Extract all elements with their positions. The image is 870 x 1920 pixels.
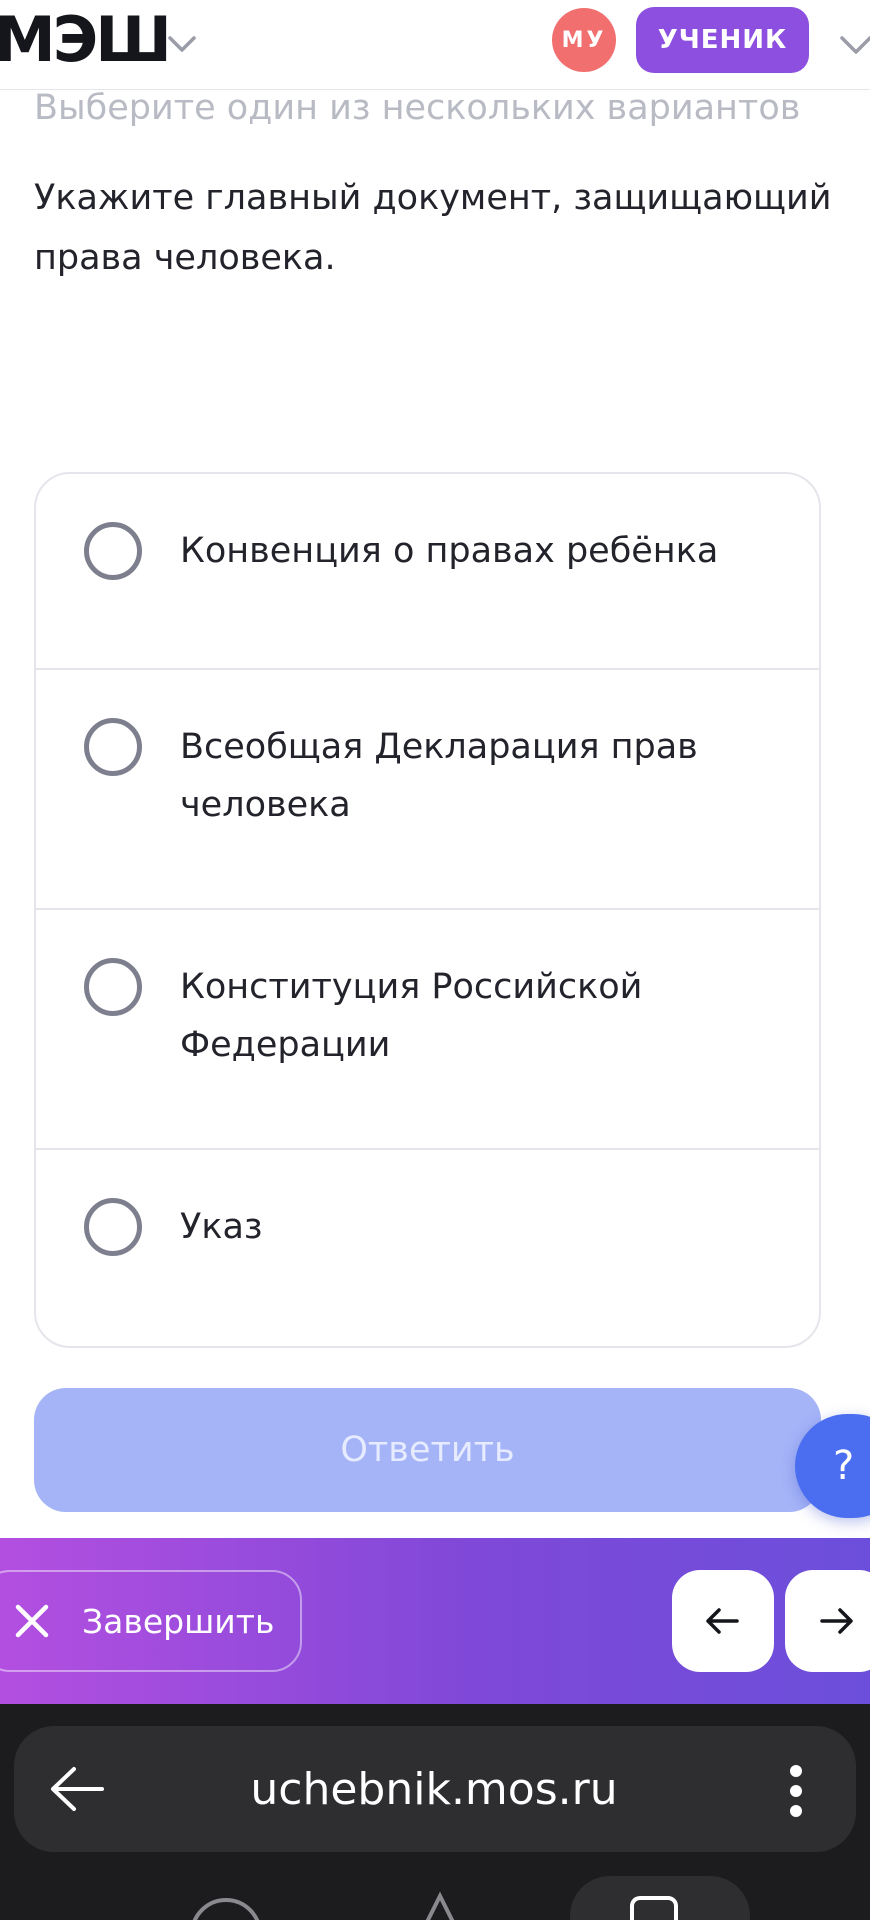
- radio-button[interactable]: [84, 1198, 142, 1256]
- finish-button-label: Завершить: [82, 1601, 275, 1641]
- radio-button[interactable]: [84, 522, 142, 580]
- answer-option-label: Конвенция о правах ребёнка: [180, 531, 719, 571]
- mesh-logo[interactable]: МЭШ: [0, 8, 172, 72]
- url-text[interactable]: uchebnik.mos.ru: [114, 1726, 754, 1852]
- tabs-icon[interactable]: [570, 1876, 750, 1920]
- page: МЭШ МУ УЧЕНИК Выберите один из нескольки…: [0, 0, 870, 1920]
- browser-toolbar: uchebnik.mos.ru: [0, 1704, 870, 1920]
- top-header: МЭШ МУ УЧЕНИК: [0, 0, 870, 90]
- submit-answer-button[interactable]: Ответить: [34, 1388, 821, 1512]
- finish-button[interactable]: Завершить: [0, 1570, 302, 1672]
- role-badge[interactable]: УЧЕНИК: [636, 7, 809, 73]
- radio-button[interactable]: [84, 718, 142, 776]
- answer-option-label: Указ: [180, 1207, 263, 1247]
- chevron-down-icon[interactable]: [836, 24, 870, 64]
- next-question-button[interactable]: [785, 1570, 870, 1672]
- arrow-right-icon: [820, 1608, 853, 1634]
- previous-question-button[interactable]: [672, 1570, 774, 1672]
- answer-option-1[interactable]: Конвенция о правах ребёнка: [36, 474, 819, 670]
- answer-option-label: Всеобщая Декларация прав человека: [180, 727, 698, 825]
- answer-option-4[interactable]: Указ: [36, 1150, 819, 1346]
- more-vertical-icon[interactable]: [786, 1764, 806, 1818]
- task-hint: Выберите один из нескольких вариантов: [34, 88, 801, 128]
- radio-button[interactable]: [84, 958, 142, 1016]
- close-icon: [15, 1604, 49, 1638]
- back-arrow-icon[interactable]: [48, 1762, 106, 1816]
- answer-options: Конвенция о правах ребёнка Всеобщая Декл…: [34, 472, 821, 1348]
- answer-option-label: Конституция Российской Федерации: [180, 967, 643, 1065]
- arrow-left-icon: [706, 1608, 739, 1634]
- browser-nav-icon[interactable]: [176, 1876, 276, 1920]
- answer-option-2[interactable]: Всеобщая Декларация прав человека: [36, 670, 819, 910]
- browser-nav-icon[interactable]: [390, 1876, 490, 1920]
- chevron-down-icon[interactable]: [164, 26, 200, 62]
- question-text: Укажите главный документ, защищающий пра…: [34, 178, 832, 278]
- avatar[interactable]: МУ: [552, 8, 616, 72]
- answer-option-3[interactable]: Конституция Российской Федерации: [36, 910, 819, 1150]
- address-bar[interactable]: uchebnik.mos.ru: [14, 1726, 856, 1852]
- bottom-action-bar: Завершить: [0, 1538, 870, 1704]
